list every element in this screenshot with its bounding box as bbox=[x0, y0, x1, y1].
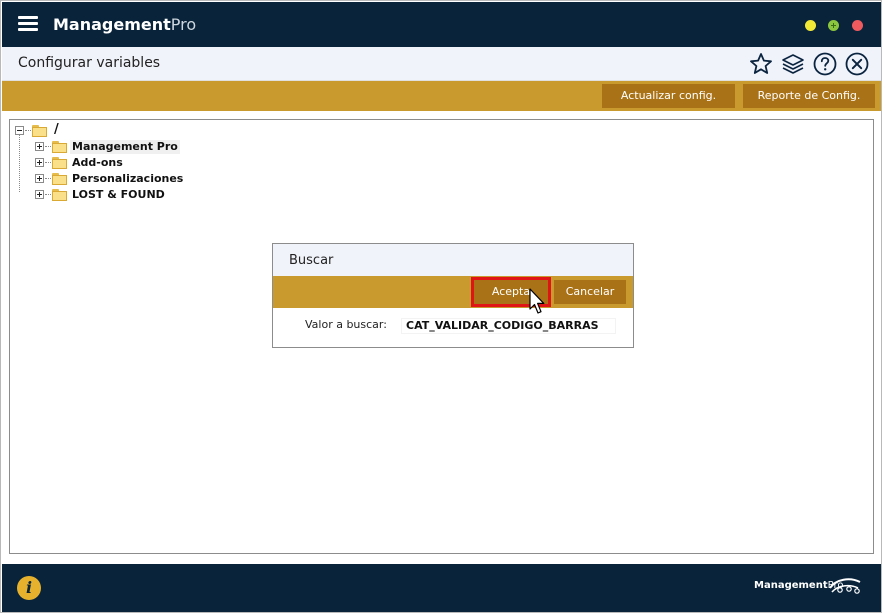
folder-icon bbox=[52, 173, 67, 185]
page-header: Configurar variables bbox=[2, 47, 881, 81]
title-bar: ManagementPro bbox=[2, 2, 881, 47]
search-value-label: Valor a buscar: bbox=[305, 318, 387, 331]
expand-icon[interactable] bbox=[35, 174, 44, 183]
dialog-title: Buscar bbox=[289, 253, 334, 268]
app-window: ManagementPro Configurar variables Actua… bbox=[0, 0, 882, 613]
search-value-input[interactable]: CAT_VALIDAR_CODIGO_BARRAS bbox=[401, 318, 616, 334]
layers-icon[interactable] bbox=[781, 52, 805, 76]
config-report-button[interactable]: Reporte de Config. bbox=[743, 84, 875, 108]
window-close-button[interactable] bbox=[852, 20, 863, 31]
star-icon[interactable] bbox=[749, 52, 773, 76]
tree-item-label[interactable]: LOST & FOUND bbox=[70, 188, 167, 202]
search-dialog: Buscar Acepta Cancelar Valor a buscar: C… bbox=[272, 243, 634, 348]
page-title: Configurar variables bbox=[18, 55, 161, 71]
info-icon[interactable]: i bbox=[17, 576, 41, 600]
expand-icon[interactable] bbox=[35, 190, 44, 199]
tree-item-label[interactable]: Add-ons bbox=[70, 156, 125, 170]
maximize-button[interactable] bbox=[828, 20, 839, 31]
expand-icon[interactable] bbox=[35, 142, 44, 151]
cancel-button[interactable]: Cancelar bbox=[554, 280, 626, 304]
brand-logo-icon bbox=[829, 578, 861, 594]
footer-bar: i ManagementPro bbox=[2, 564, 881, 612]
hamburger-menu-icon[interactable] bbox=[18, 16, 38, 32]
minimize-button[interactable] bbox=[805, 20, 816, 31]
app-title: ManagementPro bbox=[53, 15, 197, 34]
accept-button[interactable]: Acepta bbox=[471, 277, 551, 307]
tree-item-label[interactable]: Personalizaciones bbox=[70, 172, 185, 186]
tree-item-label[interactable]: Management Pro bbox=[70, 140, 180, 154]
dialog-toolbar: Acepta Cancelar bbox=[273, 276, 633, 308]
folder-icon bbox=[52, 141, 67, 153]
folder-icon bbox=[52, 157, 67, 169]
dialog-header: Buscar bbox=[273, 244, 633, 276]
folder-icon bbox=[32, 125, 47, 137]
tree-connector bbox=[19, 134, 20, 192]
folder-icon bbox=[52, 189, 67, 201]
tree-root-label: / bbox=[54, 122, 59, 137]
collapse-icon[interactable] bbox=[15, 126, 24, 135]
update-config-button[interactable]: Actualizar config. bbox=[602, 84, 735, 108]
toolbar: Actualizar config. Reporte de Config. bbox=[2, 81, 881, 111]
help-icon[interactable] bbox=[813, 52, 837, 76]
expand-icon[interactable] bbox=[35, 158, 44, 167]
close-circle-icon[interactable] bbox=[845, 52, 869, 76]
